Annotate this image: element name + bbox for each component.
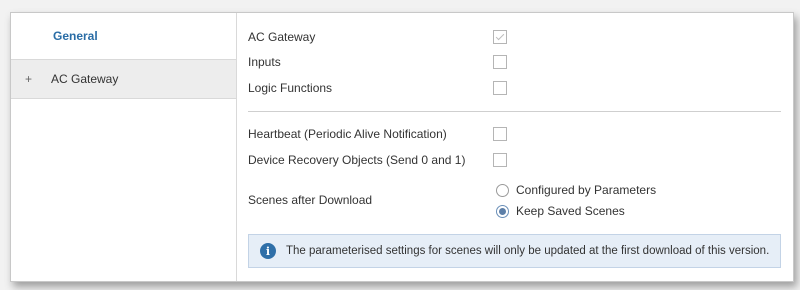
sidebar-item-ac-gateway[interactable]: + AC Gateway — [11, 60, 236, 99]
radio-configured-by-parameters[interactable]: Configured by Parameters — [496, 180, 656, 200]
sidebar-item-label: AC Gateway — [51, 72, 119, 86]
option-label: Inputs — [248, 55, 281, 69]
info-text: The parameterised settings for scenes wi… — [286, 245, 770, 257]
scenes-after-download-label: Scenes after Download — [248, 193, 373, 207]
radio-label: Keep Saved Scenes — [516, 204, 625, 218]
info-icon: i — [260, 243, 276, 259]
device-recovery-checkbox[interactable] — [493, 153, 507, 167]
general-panel: AC Gateway Inputs Logic Functions Heartb… — [237, 13, 793, 281]
radio-keep-saved-scenes[interactable]: Keep Saved Scenes — [496, 201, 625, 221]
inputs-checkbox[interactable] — [493, 55, 507, 69]
radio-label: Configured by Parameters — [516, 183, 657, 197]
info-banner: i The parameterised settings for scenes … — [248, 234, 781, 268]
sidebar-item-general[interactable]: General — [11, 13, 236, 60]
heartbeat-checkbox[interactable] — [493, 127, 507, 141]
option-label: AC Gateway — [248, 30, 316, 44]
option-row-logic-functions: Logic Functions — [248, 76, 793, 100]
sidebar-item-label: General — [53, 29, 98, 43]
parameters-window: General + AC Gateway AC Gateway Inputs Lo… — [10, 12, 794, 282]
option-row-heartbeat: Heartbeat (Periodic Alive Notification) — [248, 122, 793, 146]
option-label: Device Recovery Objects (Send 0 and 1) — [248, 153, 466, 167]
radio-button[interactable] — [496, 183, 509, 197]
logic-functions-checkbox[interactable] — [493, 81, 507, 95]
sidebar: General + AC Gateway — [11, 13, 237, 281]
option-row-device-recovery: Device Recovery Objects (Send 0 and 1) — [248, 148, 793, 172]
option-label: Logic Functions — [248, 81, 333, 95]
section-divider — [248, 111, 781, 112]
ac-gateway-checkbox — [493, 30, 507, 44]
radio-button[interactable] — [496, 204, 509, 218]
option-row-ac-gateway: AC Gateway — [248, 25, 793, 49]
expand-icon[interactable]: + — [25, 60, 51, 98]
option-label: Heartbeat (Periodic Alive Notification) — [248, 127, 447, 141]
option-row-inputs: Inputs — [248, 50, 793, 74]
